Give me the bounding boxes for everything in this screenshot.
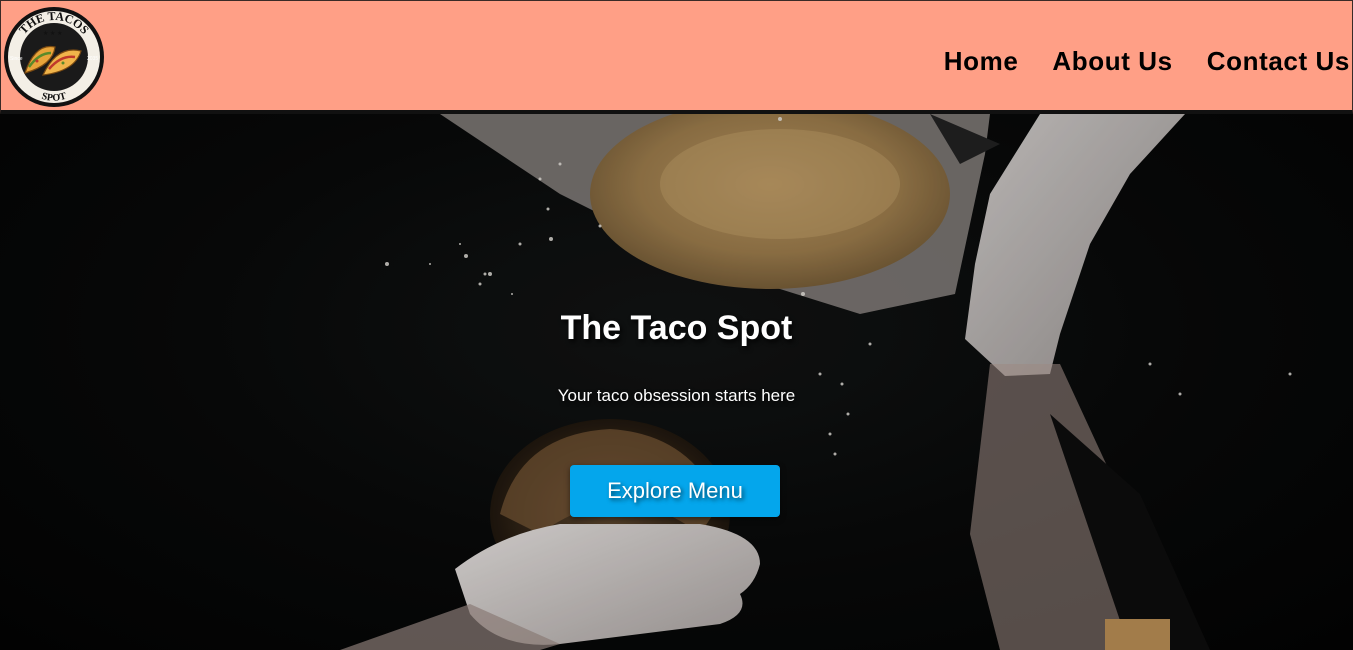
nav-contact-us[interactable]: Contact Us <box>1207 45 1350 77</box>
site-header: THE TACOS SPOT Since 2035 ★ ★ ★ Home Abo… <box>0 0 1353 114</box>
nav-about-us[interactable]: About Us <box>1052 45 1172 77</box>
hero-title: The Taco Spot <box>560 309 793 347</box>
explore-menu-button[interactable]: Explore Menu <box>570 465 780 517</box>
nav-home[interactable]: Home <box>944 45 1019 77</box>
hero-subtitle: Your taco obsession starts here <box>557 386 796 405</box>
svg-text:★ ★ ★: ★ ★ ★ <box>43 30 62 37</box>
logo-since: Since <box>10 56 23 62</box>
main-nav: Home About Us Contact Us <box>944 45 1350 77</box>
hero-overlay <box>0 114 1353 650</box>
logo-year: 2035 <box>87 56 98 62</box>
page: THE TACOS SPOT Since 2035 ★ ★ ★ Home Abo… <box>0 0 1353 650</box>
hero-section: The Taco Spot Your taco obsession starts… <box>0 114 1353 650</box>
taco-logo[interactable]: THE TACOS SPOT Since 2035 ★ ★ ★ <box>3 3 105 109</box>
